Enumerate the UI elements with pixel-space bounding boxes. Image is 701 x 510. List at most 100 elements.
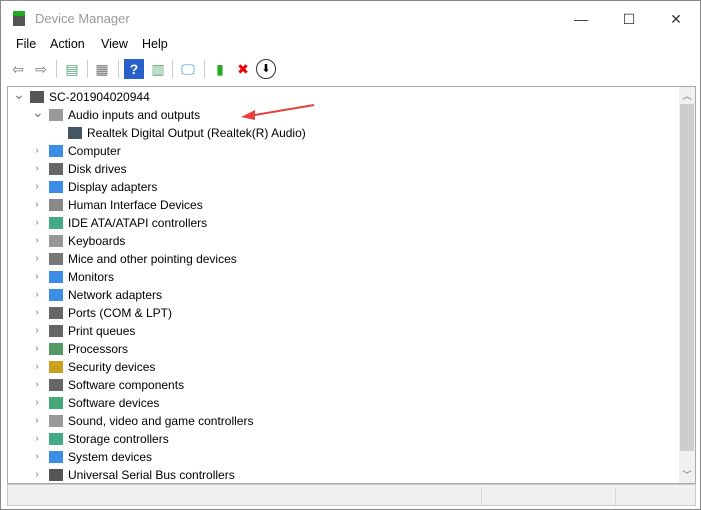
tree-item-label: Print queues	[68, 324, 136, 338]
tree-item-keyboards[interactable]: › Keyboards	[8, 232, 678, 250]
chevron-right-icon[interactable]: ›	[32, 340, 42, 358]
category-icon	[49, 235, 63, 247]
chevron-right-icon[interactable]: ›	[32, 214, 42, 232]
chevron-right-icon[interactable]: ›	[32, 466, 42, 483]
tree-root-computer[interactable]: ⌄ SC-201904020944	[8, 87, 678, 106]
tree-item-audio-inputs-outputs[interactable]: ⌄ Audio inputs and outputs	[8, 103, 678, 124]
category-icon	[49, 181, 63, 193]
tree-item-monitors[interactable]: › Monitors	[8, 268, 678, 286]
tree-item-system-devices[interactable]: › System devices	[8, 448, 678, 466]
device-manager-app-icon	[13, 11, 25, 26]
tree-item-ide-ata-atapi-controllers[interactable]: › IDE ATA/ATAPI controllers	[8, 214, 678, 232]
uninstall-device-icon[interactable]: ✖	[233, 59, 253, 79]
scroll-up-icon[interactable]: ︿	[679, 89, 695, 102]
tree-item-label: Audio inputs and outputs	[68, 108, 201, 122]
chevron-down-icon[interactable]: ⌄	[32, 103, 44, 121]
chevron-right-icon[interactable]: ›	[32, 142, 42, 160]
help-icon[interactable]: ?	[124, 59, 144, 79]
chevron-right-icon[interactable]: ›	[32, 196, 42, 214]
chevron-right-icon[interactable]: ›	[32, 304, 42, 322]
menu-help[interactable]: Help	[142, 37, 168, 51]
toolbar-separator	[204, 60, 205, 78]
category-icon	[49, 145, 63, 157]
tree-item-software-components[interactable]: › Software components	[8, 376, 678, 394]
minimize-button[interactable]: —	[558, 7, 604, 31]
tree-item-mice-and-other-pointing-devices[interactable]: › Mice and other pointing devices	[8, 250, 678, 268]
toolbar-separator	[56, 60, 57, 78]
chevron-right-icon[interactable]: ›	[32, 286, 42, 304]
tree-item-disk-drives[interactable]: › Disk drives	[8, 160, 678, 178]
chevron-right-icon[interactable]: ›	[32, 412, 42, 430]
tree-item-ports-com-lpt[interactable]: › Ports (COM & LPT)	[8, 304, 678, 322]
menu-view[interactable]: View	[101, 37, 128, 51]
forward-icon[interactable]: ⇨	[31, 59, 51, 79]
chevron-right-icon[interactable]: ›	[32, 250, 42, 268]
close-button[interactable]: ✕	[653, 7, 699, 31]
menu-file[interactable]: File	[16, 37, 36, 51]
tree-item-network-adapters[interactable]: › Network adapters	[8, 286, 678, 304]
tree-item-storage-controllers[interactable]: › Storage controllers	[8, 430, 678, 448]
update-driver-icon[interactable]: ▮	[210, 59, 230, 79]
show-hide-console-tree-icon[interactable]: ▤	[62, 59, 82, 79]
tree-item-processors[interactable]: › Processors	[8, 340, 678, 358]
tree-item-realtek-digital-output[interactable]: Realtek Digital Output (Realtek(R) Audio…	[8, 124, 678, 142]
tree-item-label: Universal Serial Bus controllers	[68, 468, 235, 482]
toolbar-separator	[87, 60, 88, 78]
scrollbar-thumb[interactable]	[680, 104, 694, 451]
category-icon	[49, 397, 63, 409]
chevron-right-icon[interactable]: ›	[32, 160, 42, 178]
chevron-right-icon[interactable]: ›	[32, 376, 42, 394]
tree-item-label: Network adapters	[68, 288, 163, 302]
title-bar: Device Manager — ☐ ✕	[1, 1, 700, 35]
tree-item-label: SC-201904020944	[49, 90, 150, 104]
tree-item-label: Disk drives	[68, 162, 127, 176]
tree-item-label: Ports (COM & LPT)	[68, 306, 173, 320]
category-icon	[49, 289, 63, 301]
tree-item-software-devices[interactable]: › Software devices	[8, 394, 678, 412]
back-icon[interactable]: ⇦	[8, 59, 28, 79]
chevron-right-icon[interactable]: ›	[32, 322, 42, 340]
tree-item-display-adapters[interactable]: › Display adapters	[8, 178, 678, 196]
vertical-scrollbar[interactable]: ︿ ﹀	[679, 87, 695, 483]
audio-device-icon	[68, 127, 82, 139]
tree-item-print-queues[interactable]: › Print queues	[8, 322, 678, 340]
maximize-button[interactable]: ☐	[606, 7, 652, 31]
category-icon	[49, 379, 63, 391]
tree-item-security-devices[interactable]: › Security devices	[8, 358, 678, 376]
chevron-down-icon[interactable]: ⌄	[13, 87, 25, 103]
chevron-right-icon[interactable]: ›	[32, 394, 42, 412]
category-icon	[49, 415, 63, 427]
tree-item-universal-serial-bus-controllers[interactable]: › Universal Serial Bus controllers	[8, 466, 678, 483]
device-manager-window: Device Manager — ☐ ✕ File Action View He…	[0, 0, 701, 510]
tree-item-label: Security devices	[68, 360, 156, 374]
red-arrow-annotation	[241, 104, 315, 120]
chevron-right-icon[interactable]: ›	[32, 232, 42, 250]
category-icon	[49, 253, 63, 265]
tree-item-label: Software components	[68, 378, 185, 392]
computer-icon	[30, 91, 44, 103]
category-icon	[49, 325, 63, 337]
chevron-right-icon[interactable]: ›	[32, 268, 42, 286]
tree-item-label: Display adapters	[68, 180, 158, 194]
chevron-right-icon[interactable]: ›	[32, 178, 42, 196]
disable-device-icon[interactable]: ⬇	[256, 59, 276, 79]
tree-item-label: Human Interface Devices	[68, 198, 203, 212]
category-icon	[49, 271, 63, 283]
tree-item-label: Storage controllers	[68, 432, 169, 446]
tree-item-human-interface-devices[interactable]: › Human Interface Devices	[8, 196, 678, 214]
chevron-right-icon[interactable]: ›	[32, 430, 42, 448]
category-icon	[49, 361, 63, 373]
tree-item-label: Keyboards	[68, 234, 126, 248]
chevron-right-icon[interactable]: ›	[32, 358, 42, 376]
tree-item-sound-video-and-game-controllers[interactable]: › Sound, video and game controllers	[8, 412, 678, 430]
tree-item-label: Processors	[68, 342, 129, 356]
menu-action[interactable]: Action	[50, 37, 85, 51]
tree-item-computer[interactable]: › Computer	[8, 142, 678, 160]
scroll-down-icon[interactable]: ﹀	[679, 468, 695, 481]
device-tree[interactable]: ︿ ﹀ ⌄ SC-201904020944 ⌄ Audio inputs and ou…	[7, 86, 696, 484]
action-pane-icon[interactable]: ▥	[148, 59, 168, 79]
category-icon	[49, 307, 63, 319]
scan-hardware-icon[interactable]: 🖵	[178, 59, 198, 79]
properties-icon[interactable]: ▦	[92, 59, 112, 79]
chevron-right-icon[interactable]: ›	[32, 448, 42, 466]
